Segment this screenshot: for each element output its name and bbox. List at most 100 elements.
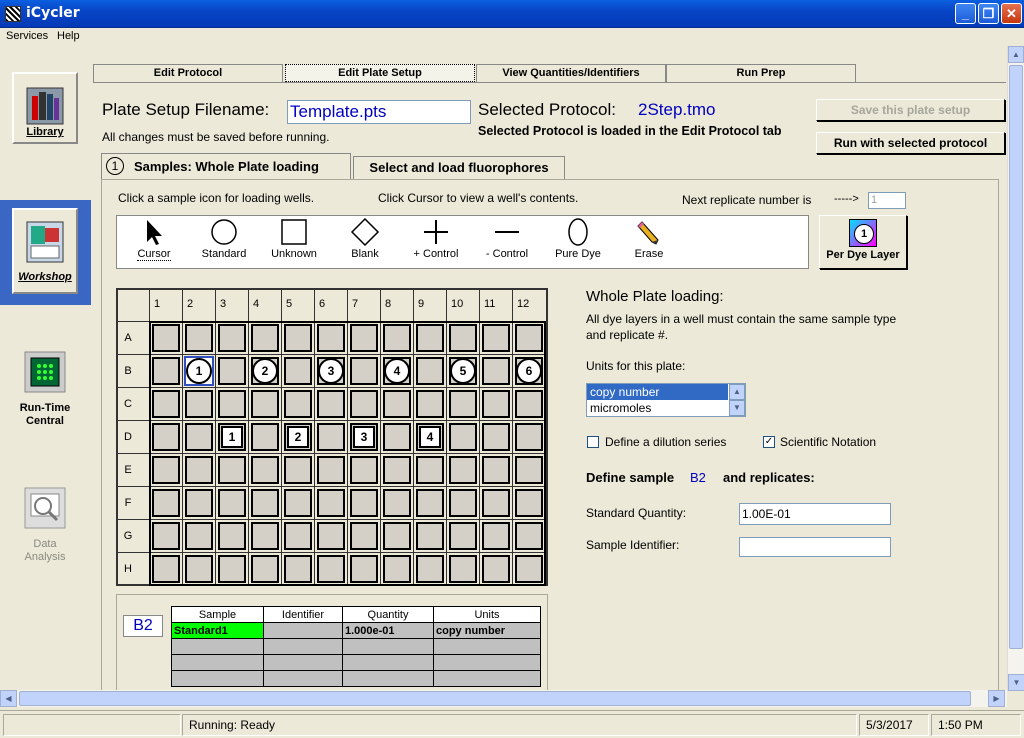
column-header[interactable]: 9 xyxy=(414,298,447,310)
well-A7[interactable] xyxy=(350,324,378,352)
well-G1[interactable] xyxy=(152,522,180,550)
per-dye-layer-button[interactable]: 1 Per Dye Layer xyxy=(819,215,907,269)
well-A2[interactable] xyxy=(185,324,213,352)
row-header[interactable]: C xyxy=(118,398,138,410)
column-header[interactable]: 12 xyxy=(513,298,546,310)
column-header[interactable]: 5 xyxy=(282,298,315,310)
unknown-well-marker[interactable]: 2 xyxy=(287,426,309,448)
unknown-well-marker[interactable]: 3 xyxy=(353,426,375,448)
well-A9[interactable] xyxy=(416,324,444,352)
sample-identifier-field[interactable] xyxy=(739,537,891,557)
well-F8[interactable] xyxy=(383,489,411,517)
well-A1[interactable] xyxy=(152,324,180,352)
well-G3[interactable] xyxy=(218,522,246,550)
well-H9[interactable] xyxy=(416,555,444,583)
row-header[interactable]: F xyxy=(118,497,138,509)
well-E4[interactable] xyxy=(251,456,279,484)
tab-edit-plate-setup[interactable]: Edit Plate Setup xyxy=(285,64,475,82)
standard-quantity-field[interactable]: 1.00E-01 xyxy=(739,503,891,525)
well-F2[interactable] xyxy=(185,489,213,517)
well-F12[interactable] xyxy=(515,489,543,517)
well-C5[interactable] xyxy=(284,390,312,418)
well-H8[interactable] xyxy=(383,555,411,583)
well-H2[interactable] xyxy=(185,555,213,583)
well-E2[interactable] xyxy=(185,456,213,484)
column-header[interactable]: 10 xyxy=(447,298,480,310)
nav-workshop[interactable]: Workshop xyxy=(12,208,78,298)
dilution-checkbox[interactable] xyxy=(587,436,599,448)
well-D12[interactable] xyxy=(515,423,543,451)
well-B9[interactable] xyxy=(416,357,444,385)
well-B11[interactable] xyxy=(482,357,510,385)
well-A11[interactable] xyxy=(482,324,510,352)
tab-edit-protocol[interactable]: Edit Protocol xyxy=(93,64,283,82)
close-button[interactable]: ✕ xyxy=(1001,3,1022,24)
well-A12[interactable] xyxy=(515,324,543,352)
well-D2[interactable] xyxy=(185,423,213,451)
well-C7[interactable] xyxy=(350,390,378,418)
scroll-up-arrow-icon[interactable]: ▲ xyxy=(1008,46,1024,63)
well-A10[interactable] xyxy=(449,324,477,352)
well-E11[interactable] xyxy=(482,456,510,484)
scroll-left-arrow-icon[interactable]: ◀ xyxy=(0,690,17,707)
well-F11[interactable] xyxy=(482,489,510,517)
well-E7[interactable] xyxy=(350,456,378,484)
row-header[interactable]: E xyxy=(118,464,138,476)
well-B5[interactable] xyxy=(284,357,312,385)
horizontal-scrollbar[interactable]: ◀ ▶ xyxy=(0,690,1007,707)
well-D8[interactable] xyxy=(383,423,411,451)
well-D11[interactable] xyxy=(482,423,510,451)
well-C12[interactable] xyxy=(515,390,543,418)
well-E12[interactable] xyxy=(515,456,543,484)
well-E6[interactable] xyxy=(317,456,345,484)
well-F9[interactable] xyxy=(416,489,444,517)
well-H1[interactable] xyxy=(152,555,180,583)
scroll-right-arrow-icon[interactable]: ▶ xyxy=(988,690,1005,707)
standard-well-marker[interactable]: 6 xyxy=(516,358,542,384)
tool-negative-control[interactable]: - Control xyxy=(472,216,542,260)
well-F1[interactable] xyxy=(152,489,180,517)
well-F7[interactable] xyxy=(350,489,378,517)
well-B1[interactable] xyxy=(152,357,180,385)
tab-run-prep[interactable]: Run Prep xyxy=(666,64,856,82)
well-C9[interactable] xyxy=(416,390,444,418)
column-header[interactable]: 2 xyxy=(183,298,216,310)
row-header[interactable]: D xyxy=(118,431,138,443)
column-header[interactable]: 1 xyxy=(150,298,183,310)
maximize-button[interactable]: ❐ xyxy=(978,3,999,24)
subtab-samples[interactable]: 1 Samples: Whole Plate loading xyxy=(101,153,351,179)
well-B7[interactable] xyxy=(350,357,378,385)
well-E1[interactable] xyxy=(152,456,180,484)
well-C10[interactable] xyxy=(449,390,477,418)
nav-library[interactable]: Library xyxy=(12,72,78,164)
minimize-button[interactable]: _ xyxy=(955,3,976,24)
column-header[interactable]: 3 xyxy=(216,298,249,310)
filename-field[interactable]: Template.pts xyxy=(287,100,471,124)
horizontal-thumb[interactable] xyxy=(19,691,971,706)
vertical-scrollbar[interactable]: ▲ ▼ xyxy=(1007,46,1024,691)
well-C2[interactable] xyxy=(185,390,213,418)
unknown-well-marker[interactable]: 1 xyxy=(221,426,243,448)
tool-blank[interactable]: Blank xyxy=(330,216,400,260)
subtab-fluorophores[interactable]: Select and load fluorophores xyxy=(353,156,565,179)
well-C3[interactable] xyxy=(218,390,246,418)
tool-erase[interactable]: Erase xyxy=(614,216,684,260)
well-G9[interactable] xyxy=(416,522,444,550)
row-header[interactable]: A xyxy=(118,332,138,344)
well-E8[interactable] xyxy=(383,456,411,484)
well-A4[interactable] xyxy=(251,324,279,352)
well-H7[interactable] xyxy=(350,555,378,583)
well-F5[interactable] xyxy=(284,489,312,517)
well-H5[interactable] xyxy=(284,555,312,583)
column-header[interactable]: 11 xyxy=(480,298,513,310)
well-G2[interactable] xyxy=(185,522,213,550)
well-C4[interactable] xyxy=(251,390,279,418)
well-D6[interactable] xyxy=(317,423,345,451)
units-option-micromoles[interactable]: micromoles xyxy=(587,400,745,416)
well-F10[interactable] xyxy=(449,489,477,517)
well-G7[interactable] xyxy=(350,522,378,550)
well-F6[interactable] xyxy=(317,489,345,517)
column-header[interactable]: 4 xyxy=(249,298,282,310)
unknown-well-marker[interactable]: 4 xyxy=(419,426,441,448)
scroll-up-icon[interactable]: ▲ xyxy=(729,384,745,400)
